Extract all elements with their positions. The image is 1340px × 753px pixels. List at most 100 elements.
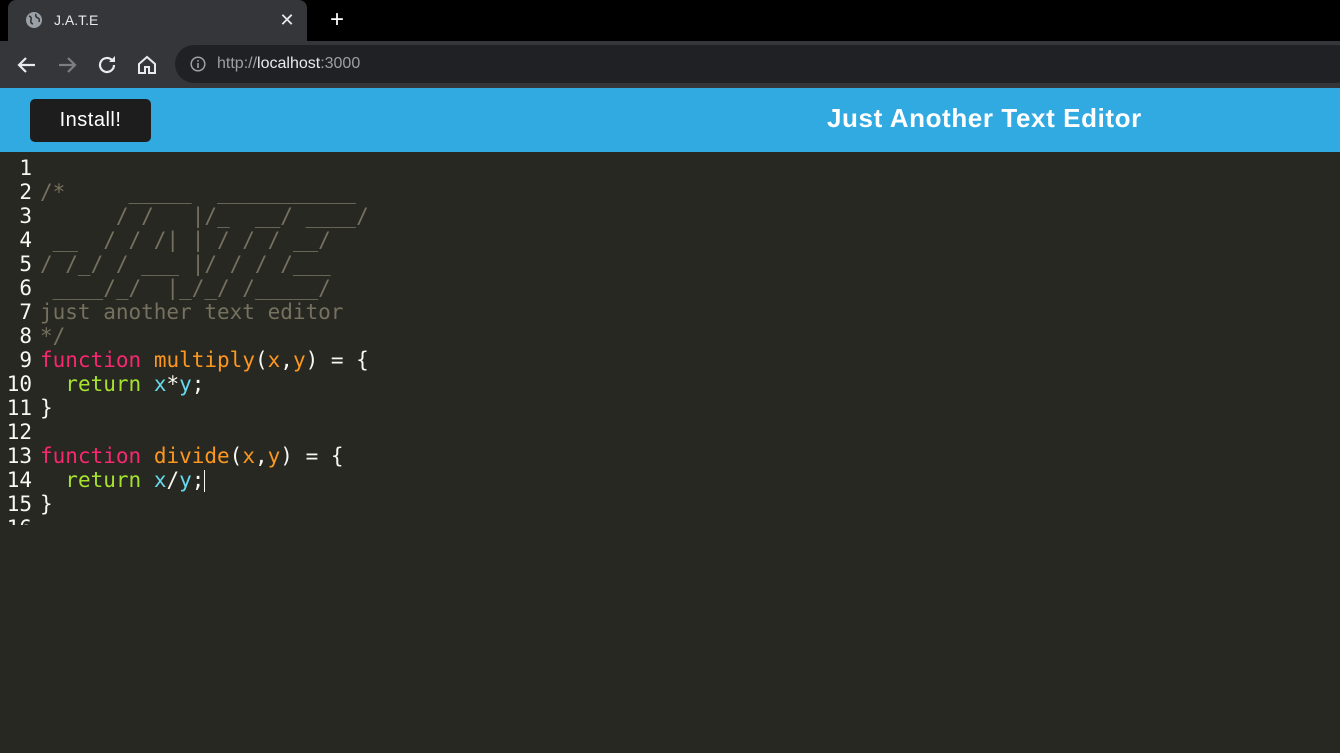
line-content: } [40,492,53,516]
line-content: function multiply(x,y) = { [40,348,369,372]
comment-token: __ / / /| | / / / __/ [40,228,331,252]
line-number: 3 [19,204,32,228]
url-scheme: http:// [217,55,258,72]
function-name-token: multiply [153,348,255,372]
variable-token: x [153,372,167,396]
param-token: y [292,348,306,372]
code-line[interactable]: 10 return x*y; [0,372,1340,396]
brace-token: } [40,396,53,420]
function-name-token: divide [153,444,230,468]
line-number: 15 [6,492,32,516]
url-host: localhost [257,55,321,72]
line-content: } [40,396,53,420]
code-line[interactable]: 11} [0,396,1340,420]
line-number: 4 [19,228,32,252]
line-content: ____/_/ |_/_/ /_____/ [40,276,331,300]
variable-token: y [179,372,192,396]
url-port: :3000 [320,55,361,72]
code-line[interactable]: 3 / / |/_ __/ ____/ [0,204,1340,228]
page-title: Just Another Text Editor [827,103,1142,133]
code-line[interactable]: 15} [0,492,1340,516]
keyword-token: function [40,444,142,468]
new-tab-icon[interactable]: + [325,8,349,32]
comment-token: /* _____ ___________ [40,180,357,204]
info-icon[interactable] [190,56,206,72]
code-line[interactable]: 8 */ [0,324,1340,348]
line-number: 11 [6,396,32,420]
code-line[interactable]: 12 [0,420,1340,444]
line-number: 5 [19,252,32,276]
code-token: , [254,444,268,468]
code-line[interactable]: 7 just another text editor [0,300,1340,324]
line-number: 9 [19,348,32,372]
param-token: y [267,444,281,468]
variable-token: y [179,468,192,492]
line-number: 12 [6,420,32,444]
code-lines[interactable]: 1 2/* _____ ___________ 3 / / |/_ __/ ____… [0,156,1340,525]
line-number: 14 [6,468,32,492]
url-text[interactable]: http://localhost:3000 [217,55,360,73]
line-content: */ [40,324,65,348]
forward-arrow-icon[interactable] [55,53,79,77]
back-arrow-icon[interactable] [15,53,39,77]
line-content: return x*y; [40,372,204,396]
return-token: return [65,468,142,492]
return-token: return [65,372,142,396]
code-token: ( [254,348,268,372]
line-content: function divide(x,y) = { [40,444,344,468]
line-content: / /_/ / ___ |/ / / /___ [40,252,331,276]
code-line[interactable]: 13 function divide(x,y) = { [0,444,1340,468]
line-number: 13 [6,444,32,468]
comment-token: / / |/_ __/ ____/ [40,204,369,228]
code-line[interactable]: 9 function multiply(x,y) = { [0,348,1340,372]
brace-token: } [40,492,53,516]
reload-icon[interactable] [95,53,119,77]
code-token: ; [191,372,205,396]
text-cursor [204,470,206,492]
code-token: * [166,372,180,396]
close-tab-icon[interactable]: ✕ [277,10,297,30]
code-token: ; [191,468,205,492]
line-number: 7 [19,300,32,324]
line-content: /* _____ ___________ [40,180,356,204]
browser-toolbar: http://localhost:3000 [0,41,1340,88]
browser-tab-bar: J.A.T.E ✕ + [0,0,1340,41]
code-token: / [166,468,180,492]
code-token: , [280,348,293,372]
line-content: return x/y; [40,468,206,492]
variable-token: x [153,468,167,492]
line-number: 8 [19,324,32,348]
install-button[interactable]: Install! [30,99,151,142]
code-token: ) = { [280,444,344,468]
browser-tab[interactable]: J.A.T.E ✕ [8,0,307,41]
code-token: ( [229,444,243,468]
comment-token: ____/_/ |_/_/ /_____/ [40,276,331,300]
code-line[interactable]: 4 __ / / /| | / / / __/ [0,228,1340,252]
home-icon[interactable] [135,53,159,77]
line-content: __ / / /| | / / / __/ [40,228,331,252]
line-number: 2 [19,180,32,204]
code-line[interactable]: 14 return x/y; [0,468,1340,492]
code-editor[interactable]: 1 2/* _____ ___________ 3 / / |/_ __/ ____… [0,152,1340,753]
code-line[interactable]: 5 / /_/ / ___ |/ / / /___ [0,252,1340,276]
code-line[interactable]: 1 [0,156,1340,180]
comment-token: */ [40,324,66,348]
comment-token: / /_/ / ___ |/ / / /___ [40,252,331,276]
keyword-token: function [40,348,142,372]
address-bar[interactable]: http://localhost:3000 [175,45,1340,83]
line-content: / / |/_ __/ ____/ [40,204,369,228]
line-number: 16 [0,516,40,525]
globe-icon [26,12,42,28]
tab-title: J.A.T.E [54,12,99,28]
code-line[interactable]: 6 ____/_/ |_/_/ /_____/ [0,276,1340,300]
code-line[interactable]: 16 [0,516,1340,525]
comment-token: just another text editor [40,300,344,324]
code-line[interactable]: 2 /* _____ ___________ [0,180,1340,204]
line-content: just another text editor [40,300,343,324]
